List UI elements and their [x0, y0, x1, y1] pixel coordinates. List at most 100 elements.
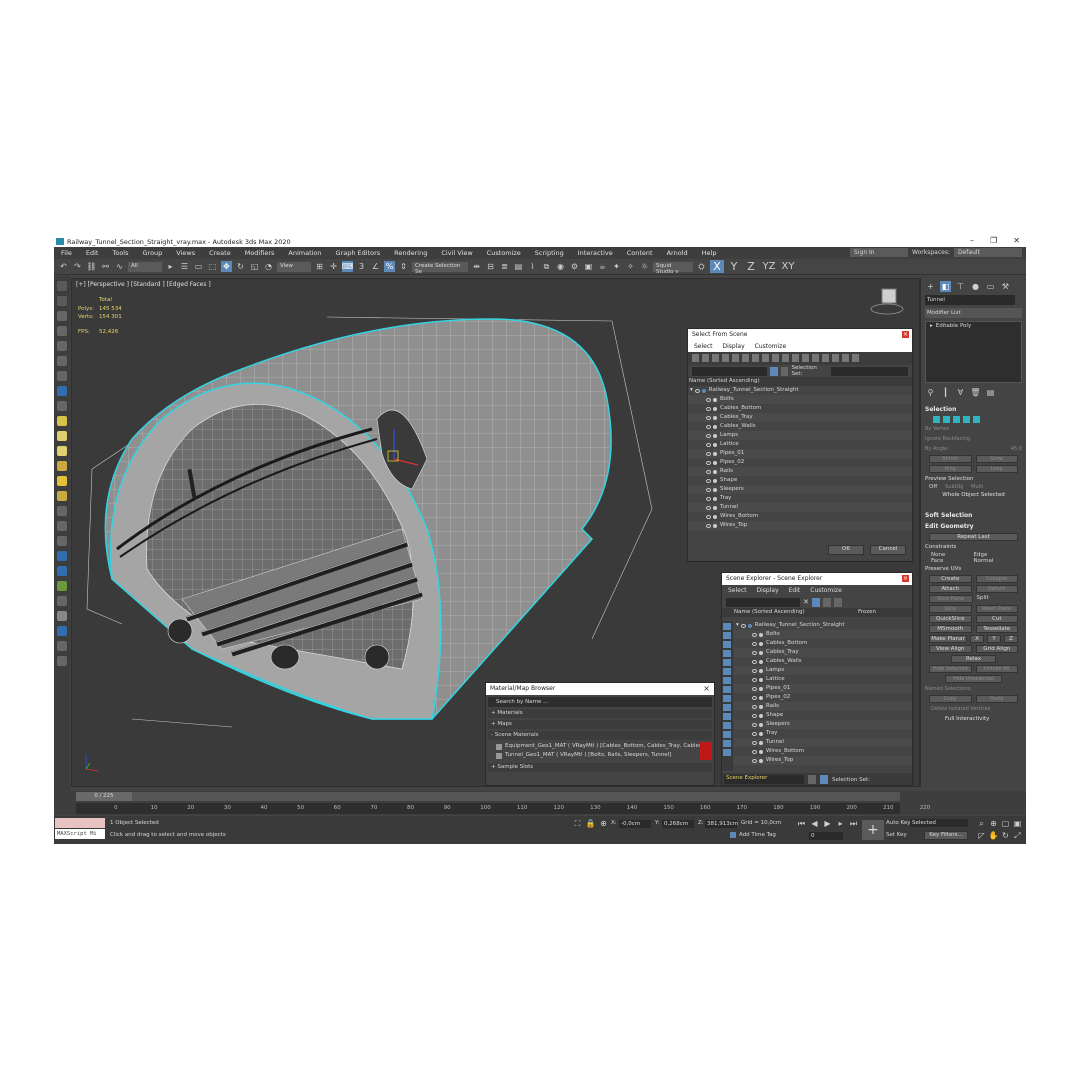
next-frame-icon[interactable]: ▸ [835, 818, 846, 829]
tree-tool-icon[interactable] [57, 581, 67, 591]
isolate-selection-icon[interactable]: ⛶ [572, 818, 583, 829]
se-column-header[interactable]: Name (Sorted Ascending) Frozen [722, 608, 912, 617]
create-button[interactable]: Create [929, 575, 972, 583]
shape-tool-icon[interactable] [57, 281, 67, 291]
placement-icon[interactable]: ◔ [263, 261, 274, 272]
se-row-rails[interactable]: Rails [734, 702, 912, 711]
planar-x-button[interactable]: X [970, 635, 984, 643]
se-filter-icon[interactable] [811, 597, 820, 607]
quickslice-button[interactable]: QuickSlice [929, 615, 972, 623]
sfs-root-row[interactable]: ▾ Railway_Tunnel_Section_Straight [688, 386, 912, 395]
close-icon[interactable]: × [902, 575, 909, 582]
link-icon[interactable]: ⛓ [86, 261, 97, 272]
bones-tool-icon[interactable] [57, 536, 67, 546]
ignore-backfacing-checkbox[interactable]: Ignore Backfacing [921, 434, 1026, 444]
sfs-row-tunnel[interactable]: Tunnel [688, 503, 912, 512]
constraint-face-radio[interactable]: Face [931, 558, 974, 564]
preserve-uvs-checkbox[interactable]: Preserve UVs [921, 564, 1026, 574]
layer-explorer-icon[interactable]: ≣ [499, 261, 510, 272]
se-row-cables-bottom[interactable]: Cables_Bottom [734, 639, 912, 648]
se-side-icon[interactable] [723, 749, 731, 756]
se-side-icon[interactable] [723, 704, 731, 711]
light-tool-icon[interactable] [57, 461, 67, 471]
hierarchy-tab-icon[interactable]: ⊤ [955, 281, 966, 292]
se-hierarchy-icon[interactable] [822, 597, 831, 607]
se-side-icon[interactable] [723, 623, 731, 630]
planar-y-button[interactable]: Y [987, 635, 1001, 643]
make-planar-button[interactable]: Make Planar [929, 635, 967, 643]
filter-shapes-icon[interactable] [702, 354, 709, 362]
full-interactivity-checkbox[interactable]: Full Interactivity [921, 714, 1026, 724]
vertex-mode-icon[interactable] [933, 416, 940, 423]
filter-geometry-icon[interactable] [692, 354, 699, 362]
sfs-row-bolts[interactable]: Bolts [688, 395, 912, 404]
se-layers-icon[interactable] [833, 597, 842, 607]
edit-geometry-rollout[interactable]: Edit Geometry [921, 521, 1026, 532]
go-to-end-icon[interactable]: ⏭ [848, 818, 859, 829]
cylinder-tool-icon[interactable] [57, 431, 67, 441]
axis-z-button[interactable]: Z [744, 260, 758, 273]
se-row-sleepers[interactable]: Sleepers [734, 720, 912, 729]
angle-snap-icon[interactable]: ∠ [370, 261, 381, 272]
menu-views[interactable]: Views [169, 249, 202, 257]
se-row-cables-tray[interactable]: Cables_Tray [734, 648, 912, 657]
modify-tab-icon[interactable]: ◧ [940, 281, 951, 292]
list-tool-icon[interactable] [57, 326, 67, 336]
maxscript-mini-listener[interactable]: MAXScript Mi [55, 829, 105, 839]
select-by-name-icon[interactable]: ☰ [179, 261, 190, 272]
se-side-icon[interactable] [723, 650, 731, 657]
reset-plane-button[interactable]: Reset Plane [975, 605, 1018, 613]
stack-item-editable-poly[interactable]: ▸ Editable Poly [926, 322, 1021, 331]
se-clear-icon[interactable]: ✕ [803, 598, 809, 606]
filter-all-icon[interactable] [812, 354, 819, 362]
se-menu-customize[interactable]: Customize [810, 587, 842, 594]
close-icon[interactable]: × [703, 684, 710, 693]
pan-icon[interactable]: ✋ [988, 830, 999, 841]
sfs-menu-customize[interactable]: Customize [755, 343, 787, 350]
menu-content[interactable]: Content [620, 249, 660, 257]
display-tab-icon[interactable]: ▭ [985, 281, 996, 292]
sfs-row-cables-tray[interactable]: Cables_Tray [688, 413, 912, 422]
axis-y-button[interactable]: Y [727, 260, 741, 273]
polygon-mode-icon[interactable] [963, 416, 970, 423]
grow-button[interactable]: Grow [975, 455, 1018, 463]
vray-render-icon[interactable]: ☼ [639, 261, 650, 272]
make-unique-icon[interactable]: ∀ [955, 387, 966, 398]
target-tool-icon[interactable] [57, 596, 67, 606]
filter-helpers-icon[interactable] [732, 354, 739, 362]
sfs-row-lattice[interactable]: Lattice [688, 440, 912, 449]
select-scale-icon[interactable]: ◱ [249, 261, 260, 272]
sfs-row-sleepers[interactable]: Sleepers [688, 485, 912, 494]
spinner-snap-icon[interactable]: ⇕ [398, 261, 409, 272]
paint-tool-icon[interactable] [57, 641, 67, 651]
selection-filter-dropdown[interactable]: All [128, 261, 162, 272]
axis-x-button[interactable]: X [710, 260, 724, 273]
orbit-icon[interactable]: ↻ [1000, 830, 1011, 841]
grid-tool-icon[interactable] [57, 341, 67, 351]
camera-tool-icon[interactable] [57, 551, 67, 561]
collapse-button[interactable]: Collapse [975, 575, 1018, 583]
repeat-last-button[interactable]: Repeat Last [929, 533, 1018, 541]
menu-customize[interactable]: Customize [480, 249, 528, 257]
se-root-row[interactable]: ▾ Railway_Tunnel_Section_Straight [734, 621, 912, 630]
se-side-icon[interactable] [723, 740, 731, 747]
ribbon-icon[interactable]: ▤ [513, 261, 524, 272]
se-row-bolts[interactable]: Bolts [734, 630, 912, 639]
vray-tool-icon[interactable] [57, 626, 67, 636]
sfs-row-pipes-02[interactable]: Pipes_02 [688, 458, 912, 467]
se-side-icon[interactable] [723, 659, 731, 666]
schematic-view-icon[interactable]: ⧉ [541, 261, 552, 272]
menu-arnold[interactable]: Arnold [660, 249, 695, 257]
se-side-icon[interactable] [723, 641, 731, 648]
rendered-frame-icon[interactable]: ▣ [583, 261, 594, 272]
se-name-column[interactable]: Name (Sorted Ascending) [734, 608, 805, 617]
unlink-icon[interactable]: ⚯ [100, 261, 111, 272]
pivot-center-icon[interactable]: ⊞ [314, 261, 325, 272]
se-explorer-name-dropdown[interactable]: Scene Explorer [724, 775, 804, 784]
zoom-icon[interactable]: ⌕ [976, 818, 987, 829]
selection-rollout-header[interactable]: Selection [921, 404, 1026, 415]
se-row-wires-top[interactable]: Wires_Top [734, 756, 912, 765]
ok-button[interactable]: OK [828, 545, 864, 555]
se-row-tray[interactable]: Tray [734, 729, 912, 738]
key-filters-button[interactable]: Key Filters... [924, 831, 968, 840]
